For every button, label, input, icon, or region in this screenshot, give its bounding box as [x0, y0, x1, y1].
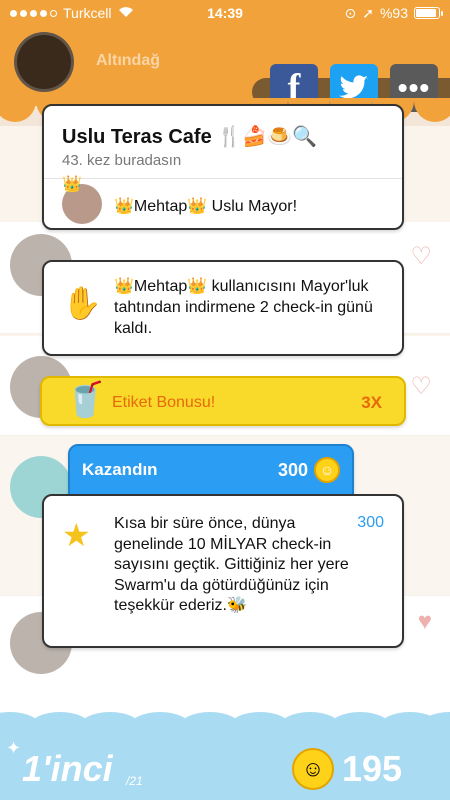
sticker-bonus-label: Etiket Bonusu!	[112, 394, 216, 411]
rotation-lock-icon: ⊙	[344, 4, 357, 21]
user-name: Altındağ	[96, 52, 160, 69]
rank-label: 1'inci	[22, 748, 113, 789]
sticker-bonus-multiplier: 3X	[361, 393, 382, 412]
leaderboard-bar[interactable]: ✦ 1'inci /21 ☺ 195	[0, 712, 450, 800]
sparkle-icon: ✦	[6, 738, 22, 758]
venue-title: Uslu Teras Cafe 🍴🍰🍮🔍	[62, 126, 317, 148]
coin-icon: ☺	[292, 748, 334, 790]
signal-icon	[10, 9, 57, 17]
location-icon: ➚	[362, 4, 374, 21]
user-avatar[interactable]	[14, 32, 74, 92]
rank-total: /21	[126, 774, 143, 788]
sticker-icon: 🥤	[64, 381, 107, 419]
coin-icon: ☺	[314, 457, 340, 483]
wifi-icon	[118, 5, 134, 21]
earned-header: Kazandın 300 ☺	[68, 444, 354, 496]
profile-header: Altındağ f •••	[0, 26, 450, 112]
sticker-bonus-banner[interactable]: 🥤 Etiket Bonusu! 3X	[40, 376, 406, 426]
earned-amount: 300	[277, 460, 308, 480]
earned-label: Kazandın	[82, 460, 158, 479]
battery-percent: %93	[379, 5, 408, 21]
visit-count: 43. kez buradasın	[62, 152, 182, 169]
milestone-text: Kısa bir süre önce, dünya genelinde 10 M…	[114, 515, 349, 614]
carrier-label: Turkcell	[63, 5, 112, 21]
status-bar: Turkcell 14:39 ⊙ ➚ %93	[0, 0, 450, 26]
hand-icon: ✋	[62, 285, 102, 321]
mayor-progress-text: 👑Mehtap👑 kullanıcısını Mayor'luk tahtınd…	[114, 278, 373, 337]
coin-balance: 195	[342, 748, 403, 789]
mayor-label: 👑Mehtap👑 Uslu Mayor!	[114, 198, 298, 215]
battery-icon	[414, 7, 443, 19]
crown-icon: 👑	[62, 176, 82, 193]
star-icon: ★	[62, 517, 91, 553]
mayor-progress-card: ✋ 👑Mehtap👑 kullanıcısını Mayor'luk tahtı…	[42, 260, 404, 356]
venue-card[interactable]: Uslu Teras Cafe 🍴🍰🍮🔍 43. kez buradasın 👑…	[42, 104, 404, 230]
milestone-amount: 300	[357, 514, 384, 531]
milestone-card: ★ Kısa bir süre önce, dünya genelinde 10…	[42, 494, 404, 648]
